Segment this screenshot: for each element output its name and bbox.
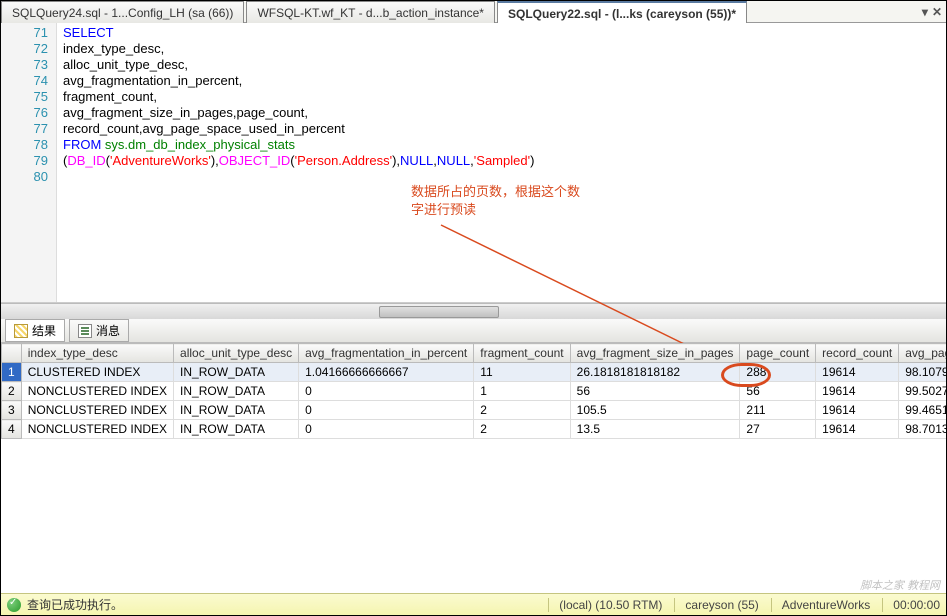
status-user: careyson (55): [674, 598, 758, 612]
cell[interactable]: IN_ROW_DATA: [174, 401, 299, 420]
results-grid-wrap[interactable]: index_type_descalloc_unit_type_descavg_f…: [1, 343, 946, 579]
results-grid-icon: [14, 324, 28, 338]
tab-controls: ▾ ✕: [922, 5, 946, 19]
col-header[interactable]: alloc_unit_type_desc: [174, 344, 299, 363]
table-row[interactable]: 4NONCLUSTERED INDEXIN_ROW_DATA0213.52719…: [2, 420, 947, 439]
tab-sqlquery22[interactable]: SQLQuery22.sql - (l...ks (careyson (55))…: [497, 1, 747, 23]
cell[interactable]: IN_ROW_DATA: [174, 420, 299, 439]
cell[interactable]: 1.04166666666667: [299, 363, 474, 382]
editor-pane: 71727374757677787980 SELECTindex_type_de…: [1, 23, 946, 315]
tab-sqlquery24[interactable]: SQLQuery24.sql - 1...Config_LH (sa (66)): [1, 1, 244, 23]
col-header[interactable]: record_count: [816, 344, 899, 363]
status-bar: 查询已成功执行。 (local) (10.50 RTM) careyson (5…: [1, 593, 946, 615]
row-number[interactable]: 2: [2, 382, 22, 401]
tab-menu-icon[interactable]: ▾: [922, 5, 928, 19]
col-header[interactable]: fragment_count: [474, 344, 570, 363]
cell[interactable]: 19614: [816, 401, 899, 420]
status-time: 00:00:00: [882, 598, 940, 612]
cell[interactable]: 98.1079194465: [899, 363, 946, 382]
scroll-thumb[interactable]: [379, 306, 499, 318]
sql-editor[interactable]: SELECTindex_type_desc,alloc_unit_type_de…: [57, 23, 946, 302]
results-grid[interactable]: index_type_descalloc_unit_type_descavg_f…: [1, 343, 946, 439]
cell[interactable]: NONCLUSTERED INDEX: [21, 382, 173, 401]
results-tab-label: 结果: [32, 322, 56, 339]
cell[interactable]: 0: [299, 401, 474, 420]
status-message: 查询已成功执行。: [27, 596, 123, 613]
row-number[interactable]: 3: [2, 401, 22, 420]
cell[interactable]: IN_ROW_DATA: [174, 363, 299, 382]
col-header[interactable]: index_type_desc: [21, 344, 173, 363]
row-number[interactable]: 4: [2, 420, 22, 439]
row-number[interactable]: 1: [2, 363, 22, 382]
line-gutter: 71727374757677787980: [1, 23, 57, 302]
cell[interactable]: NONCLUSTERED INDEX: [21, 420, 173, 439]
cell[interactable]: 288: [740, 363, 816, 382]
col-header[interactable]: page_count: [740, 344, 816, 363]
messages-icon: [78, 324, 92, 338]
results-tabbar: 结果 消息: [1, 319, 946, 343]
cell[interactable]: 19614: [816, 382, 899, 401]
status-db: AdventureWorks: [771, 598, 870, 612]
col-header[interactable]: avg_fragment_size_in_pages: [570, 344, 740, 363]
cell[interactable]: 56: [740, 382, 816, 401]
cell[interactable]: IN_ROW_DATA: [174, 382, 299, 401]
col-header[interactable]: avg_fragmentation_in_percent: [299, 344, 474, 363]
messages-tab-label: 消息: [96, 322, 120, 339]
cell[interactable]: 19614: [816, 363, 899, 382]
status-server: (local) (10.50 RTM): [548, 598, 662, 612]
messages-tab[interactable]: 消息: [69, 319, 129, 342]
cell[interactable]: 11: [474, 363, 570, 382]
tab-wfsql[interactable]: WFSQL-KT.wf_KT - d...b_action_instance*: [246, 1, 495, 23]
cell[interactable]: 99.4651717321: [899, 401, 946, 420]
watermark: 脚本之家 教程网: [860, 577, 940, 593]
cell[interactable]: 0: [299, 382, 474, 401]
cell[interactable]: 2: [474, 401, 570, 420]
cell[interactable]: NONCLUSTERED INDEX: [21, 401, 173, 420]
cell[interactable]: 105.5: [570, 401, 740, 420]
cell[interactable]: 2: [474, 420, 570, 439]
col-header[interactable]: avg_page_space: [899, 344, 946, 363]
cell[interactable]: 211: [740, 401, 816, 420]
cell[interactable]: 98.7013713862: [899, 420, 946, 439]
cell[interactable]: 13.5: [570, 420, 740, 439]
results-tab[interactable]: 结果: [5, 319, 65, 342]
cell[interactable]: 0: [299, 420, 474, 439]
col-header[interactable]: [2, 344, 22, 363]
cell[interactable]: 56: [570, 382, 740, 401]
cell[interactable]: CLUSTERED INDEX: [21, 363, 173, 382]
cell[interactable]: 26.1818181818182: [570, 363, 740, 382]
close-tab-icon[interactable]: ✕: [932, 5, 942, 19]
cell[interactable]: 1: [474, 382, 570, 401]
table-row[interactable]: 3NONCLUSTERED INDEXIN_ROW_DATA02105.5211…: [2, 401, 947, 420]
table-row[interactable]: 1CLUSTERED INDEXIN_ROW_DATA1.04166666666…: [2, 363, 947, 382]
status-success-icon: [7, 598, 21, 612]
document-tabs: SQLQuery24.sql - 1...Config_LH (sa (66))…: [1, 1, 946, 23]
editor-hscrollbar[interactable]: [1, 303, 946, 319]
cell[interactable]: 27: [740, 420, 816, 439]
cell[interactable]: 99.5027180627: [899, 382, 946, 401]
status-right: (local) (10.50 RTM) careyson (55) Advent…: [548, 598, 940, 612]
cell[interactable]: 19614: [816, 420, 899, 439]
table-row[interactable]: 2NONCLUSTERED INDEXIN_ROW_DATA0156561961…: [2, 382, 947, 401]
